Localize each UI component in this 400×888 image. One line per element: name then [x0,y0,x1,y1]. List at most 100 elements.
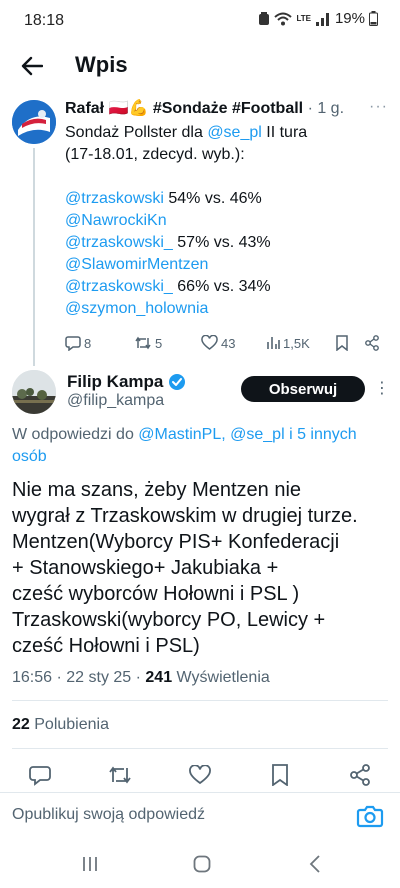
reply-to-line: W odpowiedzi do @MastinPL, @se_pl i 5 in… [12,424,388,468]
avatar-image [12,100,56,144]
camera-icon [356,805,384,828]
share-button[interactable] [364,331,380,355]
text-line: + Stanowskiego+ Jakubiaka + [12,557,279,579]
views-count: 1,5K [283,335,310,351]
reply-input[interactable]: Opublikuj swoją odpowiedź [12,806,205,824]
reply-composer[interactable]: Opublikuj swoją odpowiedź [0,792,400,838]
avatar-image [12,370,56,414]
parent-tweet-header: Rafał 🇵🇱💪 #Sondaże #Football · 1 g. [65,98,391,118]
follow-button[interactable]: Obserwuj [241,376,365,402]
recent-apps-icon [83,857,97,871]
network-type-label: LTE [296,13,311,23]
text-line: wygrał z Trzaskowskim w drugiej turze. [12,505,358,527]
mention-link[interactable]: @szymon_holownia [65,300,208,317]
like-button[interactable] [187,762,213,788]
likes-label: Polubienia [29,716,109,733]
mention-link[interactable]: @NawrockiKn [65,212,167,229]
bookmark-button[interactable] [335,331,349,355]
mention-link[interactable]: @se_pl [207,124,262,141]
poll-score: 57% vs. 43% [172,234,271,251]
camera-button[interactable] [356,802,384,830]
mention-link[interactable]: @SlawomirMentzen [65,256,208,273]
thread-line [33,148,35,366]
repost-button[interactable] [107,762,133,788]
main-tweet-text: Nie ma szans, żeby Mentzen nie wygrał z … [12,477,392,659]
mention-link[interactable]: @trzaskowski_ [65,234,173,251]
reply-button[interactable] [27,762,53,788]
like-count: 43 [221,335,236,351]
views-count: 241 [145,669,173,686]
repost-icon [135,336,151,350]
text-line: cześć wyborców Hołowni i PSL ) [12,583,300,605]
tweet-meta: 16:56 · 22 sty 25 · 241 Wyświetlenia [12,669,270,687]
home-button[interactable] [189,852,215,876]
divider [12,748,388,749]
likes-summary[interactable]: 22 Polubienia [12,716,109,734]
recent-apps-button[interactable] [77,852,103,876]
bookmark-icon [336,335,348,351]
reply-count: 8 [84,335,92,351]
share-icon [350,764,370,786]
author-handle[interactable]: @filip_kampa [67,392,164,410]
status-time: 18:18 [24,12,65,29]
repost-count: 5 [155,335,163,351]
parent-tweet-actions: 8 5 43 1,5K [65,331,390,355]
tweet-time: · 1 g. [307,100,345,117]
display-name[interactable]: Filip Kampa [67,372,163,392]
divider [12,700,388,701]
top-header: Wpis [0,44,400,88]
text-line: Mentzen(Wyborcy PIS+ Konfederacji [12,531,340,553]
reply-icon [65,336,81,351]
reply-prefix: W odpowiedzi do [12,426,139,443]
poll-score: 54% vs. 46% [163,190,262,207]
mention-link[interactable]: @trzaskowski [65,190,164,207]
views-button[interactable]: 1,5K [266,331,310,355]
home-icon [193,855,211,873]
main-tweet-actions [0,760,400,790]
repost-button[interactable]: 5 [134,331,162,355]
likes-count: 22 [12,716,30,733]
timestamp[interactable]: 16:56 · 22 sty 25 · [12,669,145,686]
avatar[interactable] [12,370,56,414]
back-button[interactable] [16,50,48,82]
views-icon [267,337,280,349]
text-line: Nie ma szans, żeby Mentzen nie [12,479,302,501]
text-line: cześć Hołowni i PSL) [12,635,200,657]
text-suffix: II tura [261,124,308,141]
heart-icon [201,335,218,350]
status-bar: 18:18 LTE 19% [0,0,400,44]
system-back-button[interactable] [302,852,328,876]
more-options-button[interactable]: ⋮ [374,378,390,398]
like-button[interactable]: 43 [201,331,235,355]
text-line: Trzaskowski(wyborcy PO, Lewicy + [12,609,326,631]
text-line: (17-18.01, zdecyd. wyb.): [65,146,245,163]
share-button[interactable] [347,762,373,788]
parent-tweet-text: Sondaż Pollster dla @se_pl II tura (17-1… [65,122,385,320]
more-options-button[interactable]: ··· [369,98,388,116]
display-name[interactable]: Rafał 🇵🇱💪 #Sondaże #Football [65,100,303,117]
wifi-icon [274,12,293,25]
battery-percent: 19% [334,10,365,27]
reply-icon [29,766,51,786]
mention-link[interactable]: @trzaskowski_ [65,278,173,295]
system-nav-bar [0,840,400,888]
verified-badge-icon [169,374,186,390]
battery-icon [369,11,378,26]
status-icons: LTE 19% [258,10,378,27]
parent-tweet[interactable]: Rafał 🇵🇱💪 #Sondaże #Football · 1 g. ··· … [0,96,400,366]
poll-score: 66% vs. 34% [172,278,271,295]
page-title: Wpis [75,52,128,77]
author-name[interactable]: Filip Kampa [67,372,186,392]
bookmark-button[interactable] [267,762,293,788]
views-label: Wyświetlenia [172,669,270,686]
reply-button[interactable]: 8 [65,331,91,355]
share-icon [365,335,379,351]
alarm-icon [259,11,270,25]
text-prefix: Sondaż Pollster dla [65,124,208,141]
heart-icon [189,765,211,785]
avatar[interactable] [12,100,56,144]
back-arrow-icon [21,56,43,76]
repost-icon [109,766,131,784]
chevron-left-icon [309,855,320,873]
bookmark-icon [272,764,288,786]
